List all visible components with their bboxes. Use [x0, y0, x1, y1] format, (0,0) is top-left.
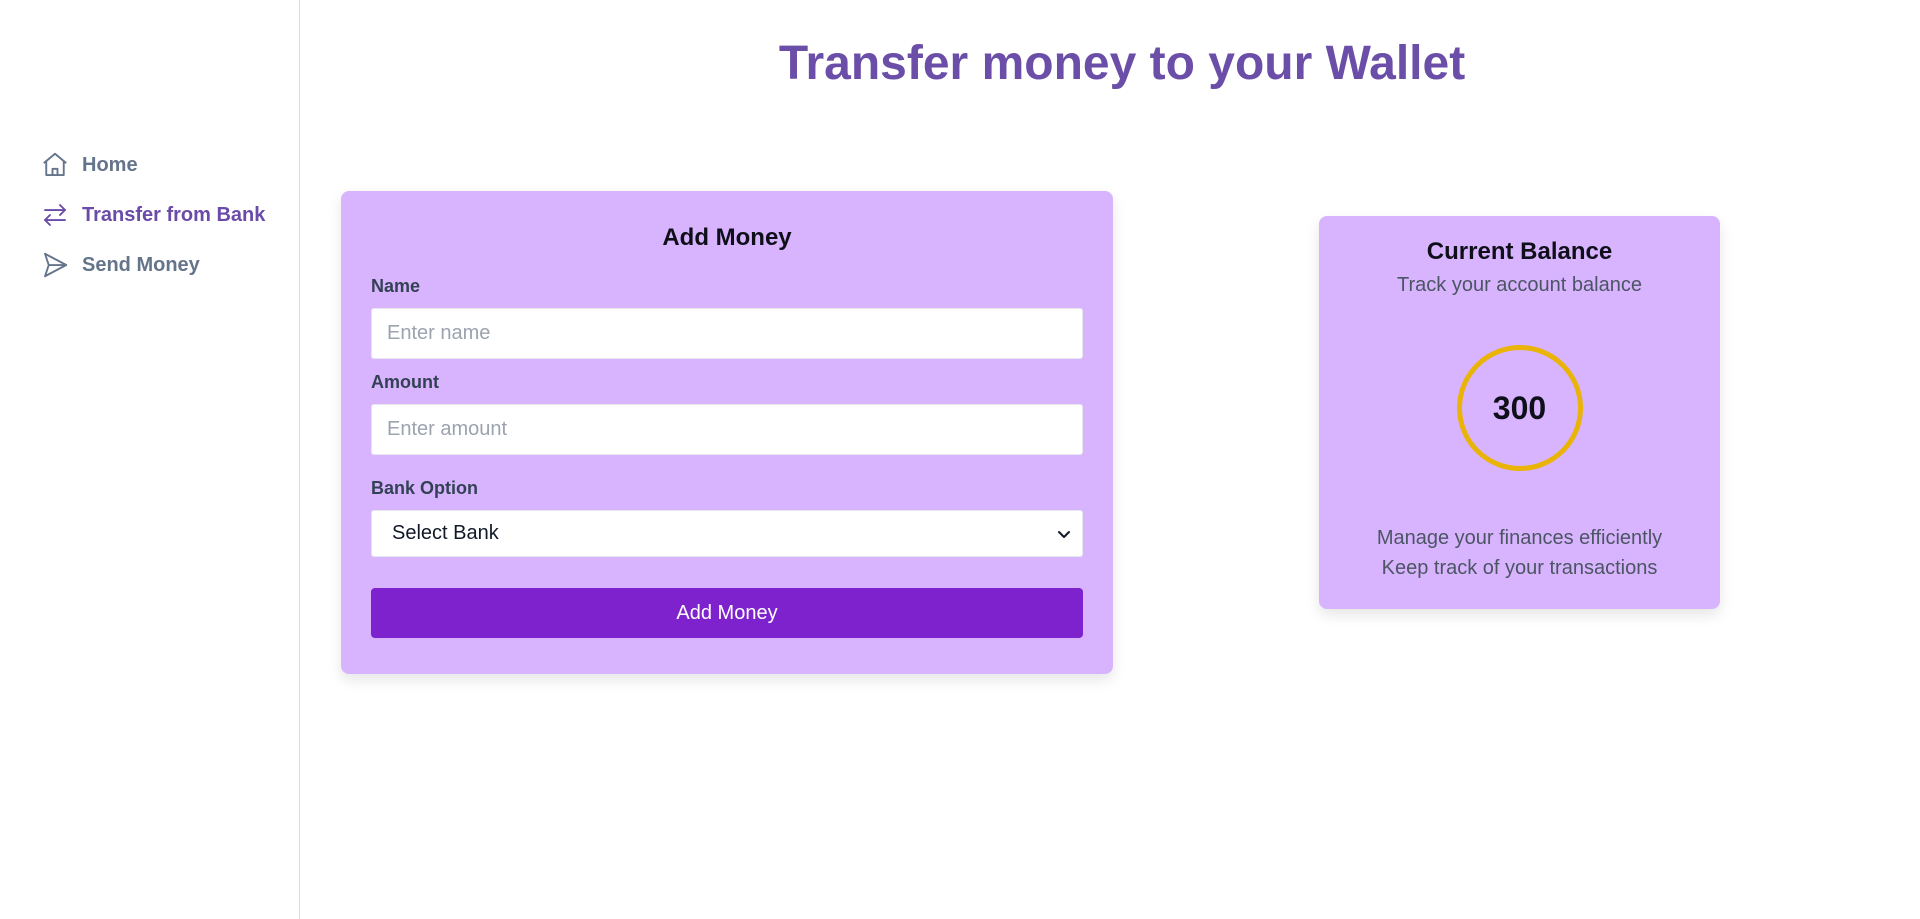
balance-ring: 300	[1456, 345, 1583, 471]
page-title: Transfer money to your Wallet	[778, 37, 1466, 90]
transfer-arrows-icon	[44, 204, 66, 226]
send-icon	[44, 252, 68, 278]
sidebar-item-transfer-from-bank[interactable]: Transfer from Bank	[40, 200, 265, 230]
sidebar-item-send-money[interactable]: Send Money	[40, 250, 265, 280]
bank-select-value: Select Bank	[392, 522, 499, 544]
bank-option-label: Bank Option	[371, 478, 478, 498]
sidebar-item-label: Send Money	[82, 253, 200, 276]
balance-subtitle: Track your account balance	[1397, 274, 1642, 296]
add-money-title: Add Money	[662, 224, 792, 251]
chevron-down-icon	[1058, 530, 1070, 538]
name-label: Name	[371, 276, 421, 296]
current-balance-card: Current Balance Track your account balan…	[1319, 216, 1720, 609]
balance-note-line-2: Keep track of your transactions	[1381, 557, 1658, 579]
balance-amount: 300	[1492, 389, 1547, 426]
sidebar-item-label: Home	[82, 153, 138, 176]
sidebar-item-label: Transfer from Bank	[82, 203, 266, 226]
home-icon	[43, 152, 67, 176]
name-input[interactable]	[371, 308, 1083, 359]
sidebar-item-home[interactable]: Home	[40, 150, 265, 180]
balance-title: Current Balance	[1426, 238, 1613, 265]
sidebar-nav: Home Transfer from Bank Send Money	[40, 150, 265, 280]
amount-label: Amount	[371, 372, 439, 392]
bank-select[interactable]: Select Bank	[371, 510, 1083, 557]
add-money-card: Add Money Name Amount Bank Option Select…	[341, 191, 1113, 674]
add-money-button[interactable]: Add Money	[371, 588, 1083, 638]
amount-input[interactable]	[371, 404, 1083, 455]
sidebar: Home Transfer from Bank Send Money	[0, 0, 300, 919]
balance-note-line-1: Manage your finances efficiently	[1376, 527, 1663, 549]
